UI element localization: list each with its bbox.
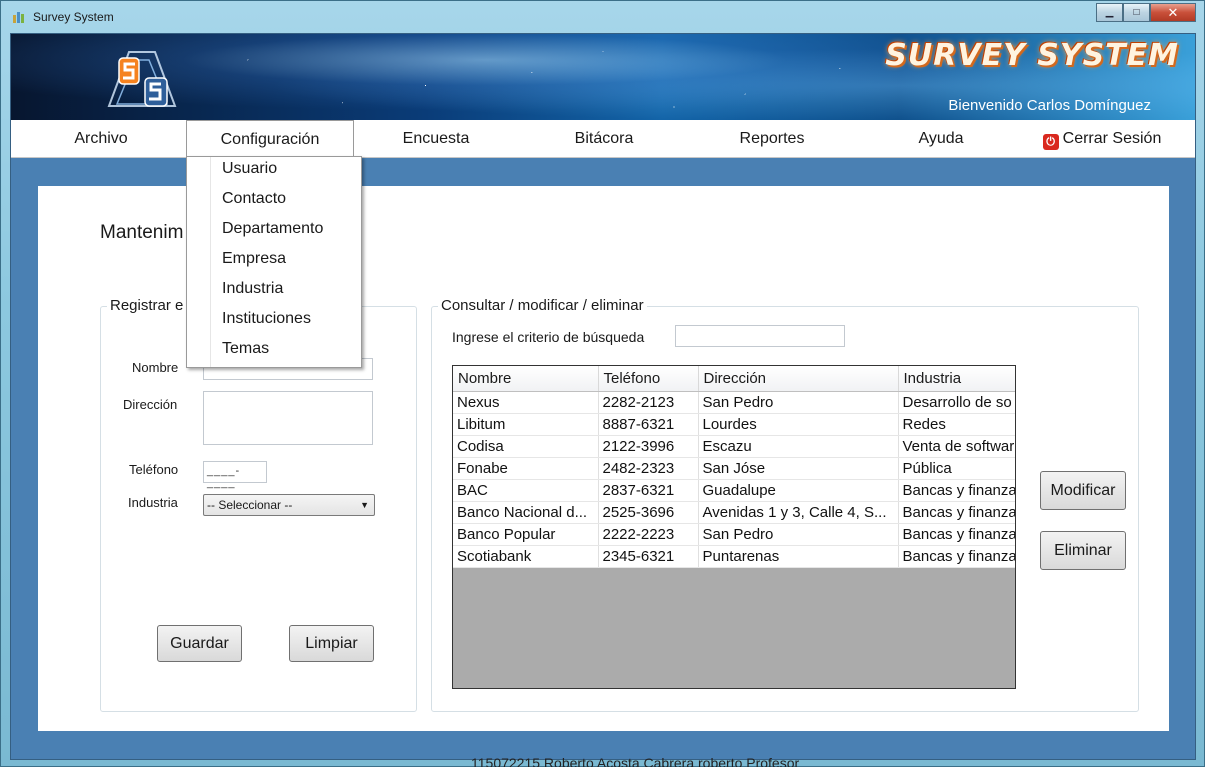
cell-industria: Venta de softwar bbox=[898, 435, 1015, 458]
column-header-direccion[interactable]: Dirección bbox=[698, 366, 899, 392]
dropdown-item-empresa[interactable]: Empresa bbox=[222, 244, 286, 274]
table-row[interactable]: Scotiabank 2345-6321 Puntarenas Bancas y… bbox=[453, 545, 1015, 568]
window-title: Survey System bbox=[33, 10, 114, 24]
table-header-row: Nombre Teléfono Dirección Industria bbox=[453, 366, 1015, 392]
dropdown-item-departamento[interactable]: Departamento bbox=[222, 214, 323, 244]
column-header-industria[interactable]: Industria bbox=[898, 366, 1015, 392]
cell-direccion: San Jóse bbox=[698, 457, 899, 480]
cell-nombre: Fonabe bbox=[453, 457, 599, 480]
table-row[interactable]: Banco Nacional d... 2525-3696 Avenidas 1… bbox=[453, 501, 1015, 524]
modificar-button[interactable]: Modificar bbox=[1040, 471, 1126, 510]
cell-direccion: Avenidas 1 y 3, Calle 4, S... bbox=[698, 501, 899, 524]
direccion-label: Dirección bbox=[123, 397, 178, 412]
industria-label: Industria bbox=[128, 495, 178, 510]
logout-label: Cerrar Sesión bbox=[1062, 130, 1162, 147]
minimize-button[interactable]: ▁ bbox=[1096, 3, 1123, 22]
guardar-button[interactable]: Guardar bbox=[157, 625, 242, 662]
cell-direccion: Lourdes bbox=[698, 413, 899, 436]
cell-industria: Bancas y finanza bbox=[898, 479, 1015, 502]
cell-telefono: 2482-2323 bbox=[598, 457, 699, 480]
menu-encuesta[interactable]: Encuesta bbox=[391, 120, 481, 158]
cell-direccion: Puntarenas bbox=[698, 545, 899, 568]
cell-nombre: BAC bbox=[453, 479, 599, 502]
menu-cerrar-sesion[interactable]: ⏻ Cerrar Sesión bbox=[1037, 120, 1167, 158]
menu-bitacora[interactable]: Bitácora bbox=[559, 120, 649, 158]
cell-industria: Redes bbox=[898, 413, 1015, 436]
search-input[interactable] bbox=[675, 325, 845, 347]
cell-direccion: San Pedro bbox=[698, 391, 899, 414]
cell-telefono: 2282-2123 bbox=[598, 391, 699, 414]
table-row[interactable]: Codisa 2122-3996 Escazu Venta de softwar bbox=[453, 435, 1015, 458]
header-banner: SURVEY SYSTEM Bienvenido Carlos Domíngue… bbox=[11, 34, 1195, 120]
cell-nombre: Codisa bbox=[453, 435, 599, 458]
cell-telefono: 2345-6321 bbox=[598, 545, 699, 568]
column-header-nombre[interactable]: Nombre bbox=[453, 366, 599, 392]
cell-nombre: Libitum bbox=[453, 413, 599, 436]
cell-industria: Bancas y finanza bbox=[898, 545, 1015, 568]
cell-telefono: 2222-2223 bbox=[598, 523, 699, 546]
window-controls: ▁ □ ✕ bbox=[1096, 3, 1196, 22]
menu-archivo[interactable]: Archivo bbox=[61, 120, 141, 158]
cell-telefono: 2837-6321 bbox=[598, 479, 699, 502]
table-row[interactable]: BAC 2837-6321 Guadalupe Bancas y finanza bbox=[453, 479, 1015, 502]
telefono-mask: ____-____ bbox=[207, 465, 241, 489]
industria-selected: -- Seleccionar -- bbox=[207, 498, 293, 512]
dropdown-item-usuario[interactable]: Usuario bbox=[222, 154, 277, 184]
menu-bar: Archivo Configuración Encuesta Bitácora … bbox=[11, 120, 1195, 158]
menu-configuracion[interactable]: Configuración bbox=[186, 120, 354, 158]
query-group-title: Consultar / modificar / eliminar bbox=[438, 297, 647, 314]
cell-industria: Pública bbox=[898, 457, 1015, 480]
dropdown-icon-strip bbox=[187, 157, 211, 367]
cell-nombre: Banco Nacional d... bbox=[453, 501, 599, 524]
welcome-message: Bienvenido Carlos Domínguez bbox=[948, 97, 1151, 114]
app-icon bbox=[13, 12, 24, 23]
table-row[interactable]: Fonabe 2482-2323 San Jóse Pública bbox=[453, 457, 1015, 480]
menu-reportes[interactable]: Reportes bbox=[727, 120, 817, 158]
direccion-field[interactable] bbox=[203, 391, 373, 445]
cell-nombre: Nexus bbox=[453, 391, 599, 414]
table-row[interactable]: Banco Popular 2222-2223 San Pedro Bancas… bbox=[453, 523, 1015, 546]
telefono-field[interactable]: ____-____ bbox=[203, 461, 267, 489]
cell-industria: Desarrollo de so bbox=[898, 391, 1015, 414]
close-button[interactable]: ✕ bbox=[1150, 3, 1196, 22]
page-title: Mantenim bbox=[100, 222, 184, 243]
table-row[interactable]: Nexus 2282-2123 San Pedro Desarrollo de … bbox=[453, 391, 1015, 414]
table-row[interactable]: Libitum 8887-6321 Lourdes Redes bbox=[453, 413, 1015, 436]
power-icon: ⏻ bbox=[1042, 134, 1059, 150]
results-grid[interactable]: Nombre Teléfono Dirección Industria Nexu… bbox=[452, 365, 1016, 689]
background-window-text: 115072215 Roberto Acosta Cabrera roberto… bbox=[471, 755, 800, 767]
app-window: Survey System ▁ □ ✕ SURVEY SYSTEM Bienve… bbox=[0, 0, 1205, 767]
column-header-telefono[interactable]: Teléfono bbox=[598, 366, 699, 392]
dropdown-item-instituciones[interactable]: Instituciones bbox=[222, 304, 311, 334]
brand-title: SURVEY SYSTEM bbox=[885, 38, 1179, 73]
eliminar-button[interactable]: Eliminar bbox=[1040, 531, 1126, 570]
search-label: Ingrese el criterio de búsqueda bbox=[452, 329, 645, 345]
cell-direccion: San Pedro bbox=[698, 523, 899, 546]
configuracion-dropdown: Usuario Contacto Departamento Empresa In… bbox=[186, 156, 362, 368]
register-group-title: Registrar e bbox=[107, 297, 187, 314]
cell-nombre: Banco Popular bbox=[453, 523, 599, 546]
cell-direccion: Escazu bbox=[698, 435, 899, 458]
results-table: Nombre Teléfono Dirección Industria Nexu… bbox=[453, 366, 1015, 568]
dropdown-item-contacto[interactable]: Contacto bbox=[222, 184, 286, 214]
client-area: SURVEY SYSTEM Bienvenido Carlos Domíngue… bbox=[10, 33, 1196, 760]
cell-industria: Bancas y finanza bbox=[898, 501, 1015, 524]
survey-system-logo bbox=[107, 51, 177, 107]
dropdown-item-industria[interactable]: Industria bbox=[222, 274, 283, 304]
menu-ayuda[interactable]: Ayuda bbox=[901, 120, 981, 158]
industria-select[interactable]: -- Seleccionar -- ▼ bbox=[203, 494, 375, 516]
cell-telefono: 2525-3696 bbox=[598, 501, 699, 524]
cell-industria: Bancas y finanza bbox=[898, 523, 1015, 546]
cell-direccion: Guadalupe bbox=[698, 479, 899, 502]
cell-nombre: Scotiabank bbox=[453, 545, 599, 568]
limpiar-button[interactable]: Limpiar bbox=[289, 625, 374, 662]
chevron-down-icon: ▼ bbox=[360, 500, 369, 510]
title-bar: Survey System ▁ □ ✕ bbox=[1, 1, 1204, 33]
nombre-label: Nombre bbox=[132, 360, 179, 375]
cell-telefono: 8887-6321 bbox=[598, 413, 699, 436]
dropdown-item-temas[interactable]: Temas bbox=[222, 334, 269, 364]
cell-telefono: 2122-3996 bbox=[598, 435, 699, 458]
maximize-button[interactable]: □ bbox=[1123, 3, 1150, 22]
telefono-label: Teléfono bbox=[129, 462, 179, 477]
